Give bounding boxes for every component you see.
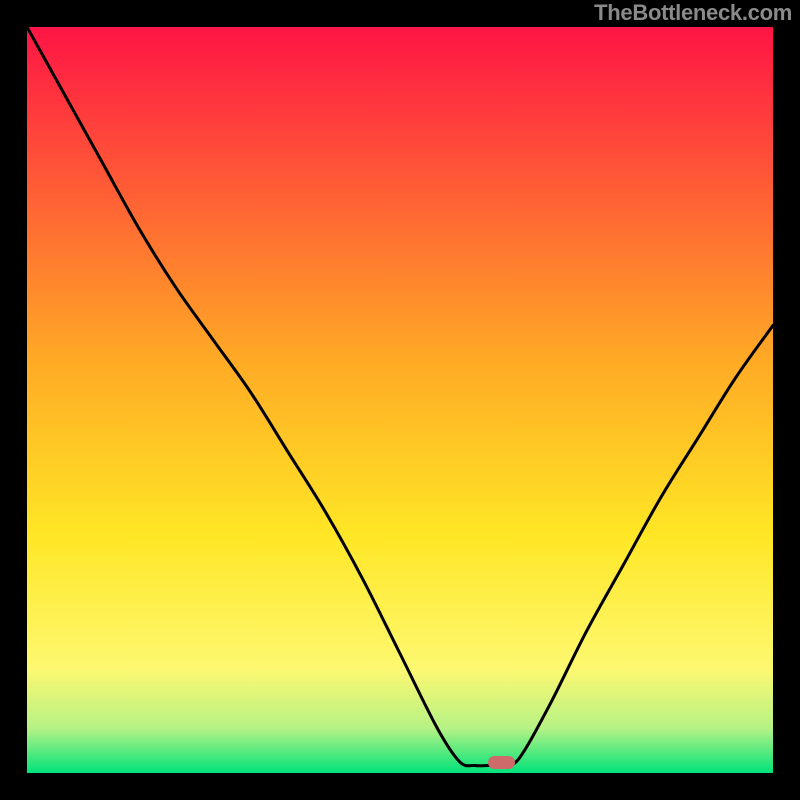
optimal-marker — [488, 756, 515, 769]
chart-canvas: TheBottleneck.com — [0, 0, 800, 800]
gradient-background — [27, 27, 773, 773]
watermark-text: TheBottleneck.com — [594, 0, 792, 26]
plot-area — [27, 27, 773, 773]
plot-svg — [27, 27, 773, 773]
